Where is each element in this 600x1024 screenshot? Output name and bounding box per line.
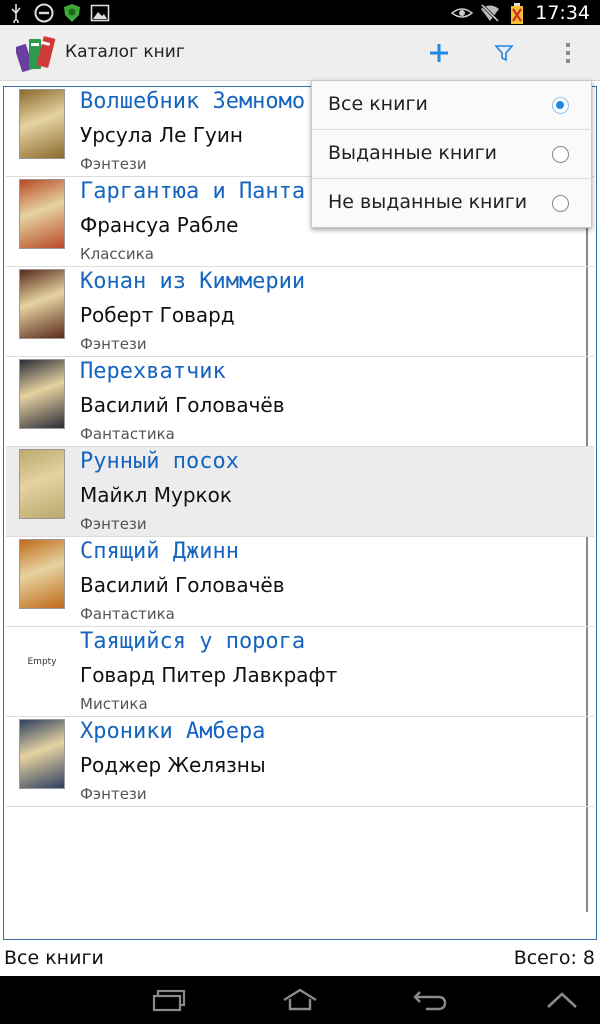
filter-button[interactable] (486, 35, 522, 71)
footer-status: Все книги Всего: 8 (0, 942, 600, 976)
filter-option[interactable]: Все книги (312, 81, 593, 130)
filter-option[interactable]: Выданные книги (312, 130, 593, 179)
book-cover-image (19, 269, 65, 339)
book-genre: Классика (80, 245, 154, 263)
shield-icon (62, 3, 82, 23)
book-row[interactable]: Конан из Киммерии Роберт Говард Фэнтези (6, 267, 594, 357)
filter-dropdown-menu: Все книги Выданные книги Не выданные книги (311, 80, 593, 228)
book-title: Конан из Киммерии (80, 269, 306, 294)
app-title: Каталог книг (65, 42, 185, 62)
book-cover-placeholder: Empty (12, 627, 72, 697)
wifi-off-icon (479, 3, 500, 23)
book-cover-image (19, 539, 65, 609)
book-cover-image (19, 179, 65, 249)
book-author: Василий Головачёв (80, 573, 285, 597)
book-title: Хроники Амбера (80, 719, 266, 744)
book-author: Василий Головачёв (80, 393, 285, 417)
home-icon (283, 988, 317, 1011)
home-button[interactable] (277, 984, 323, 1016)
filter-icon (494, 45, 514, 62)
radio-button[interactable] (552, 97, 569, 114)
book-genre: Фэнтези (80, 515, 147, 533)
battery-icon (507, 2, 527, 24)
book-title: Рунный посох (80, 449, 239, 474)
status-system: 17:34 (451, 0, 590, 25)
filter-option-label: Не выданные книги (328, 191, 528, 213)
image-icon (90, 3, 110, 23)
filter-option[interactable]: Не выданные книги (312, 179, 593, 228)
book-row[interactable]: Спящий Джинн Василий Головачёв Фантастика (6, 537, 594, 627)
book-cover-image (19, 449, 65, 519)
book-cover-image (19, 359, 65, 429)
status-notifications (6, 2, 110, 25)
book-author: Майкл Муркок (80, 483, 232, 507)
book-genre: Фантастика (80, 425, 175, 443)
recent-apps-icon (152, 989, 186, 1012)
usb-icon (6, 3, 26, 25)
book-author: Роберт Говард (80, 303, 235, 327)
dnd-icon (34, 3, 54, 23)
navigation-bar (0, 976, 600, 1024)
status-bar: 17:34 (0, 0, 600, 25)
book-genre: Фэнтези (80, 785, 147, 803)
clock: 17:34 (535, 1, 590, 24)
book-genre: Фэнтези (80, 335, 147, 353)
app-logo-icon (14, 33, 56, 73)
radio-button[interactable] (552, 146, 569, 163)
back-button[interactable] (407, 984, 453, 1016)
book-title: Волшебник Земномо (80, 89, 306, 114)
book-genre: Фантастика (80, 605, 175, 623)
book-genre: Мистика (80, 695, 148, 713)
book-author: Роджер Желязны (80, 753, 266, 777)
book-author: Говард Питер Лавкрафт (80, 663, 338, 687)
add-book-button[interactable] (421, 35, 457, 71)
book-genre: Фэнтези (80, 155, 147, 173)
book-row[interactable]: Перехватчик Василий Головачёв Фантастика (6, 357, 594, 447)
recent-apps-button[interactable] (147, 984, 193, 1016)
overflow-menu-icon (566, 43, 570, 63)
plus-icon (430, 44, 448, 62)
book-row[interactable]: Рунный посох Майкл Муркок Фэнтези (6, 447, 594, 537)
book-title: Гаргантюа и Панта (80, 179, 306, 204)
collapse-button[interactable] (539, 984, 585, 1016)
back-icon (413, 991, 447, 1011)
book-author: Урсула Ле Гуин (80, 123, 243, 147)
collapse-icon (547, 992, 577, 1008)
radio-button[interactable] (552, 195, 569, 212)
filter-option-label: Выданные книги (328, 142, 497, 164)
book-row[interactable]: Хроники Амбера Роджер Желязны Фэнтези (6, 717, 594, 807)
book-title: Таящийся у порога (80, 629, 306, 654)
current-filter-label: Все книги (4, 947, 104, 969)
book-author: Франсуа Рабле (80, 213, 239, 237)
book-row[interactable]: Empty Таящийся у порога Говард Питер Лавкр… (6, 627, 594, 717)
book-title: Спящий Джинн (80, 539, 239, 564)
action-bar: Каталог книг (0, 25, 600, 81)
book-title: Перехватчик (80, 359, 226, 384)
book-cover-image (19, 89, 65, 159)
total-count: Всего: 8 (513, 947, 595, 969)
book-cover-image (19, 719, 65, 789)
filter-option-label: Все книги (328, 93, 428, 115)
eye-icon (451, 3, 474, 23)
overflow-menu-button[interactable] (550, 35, 586, 71)
